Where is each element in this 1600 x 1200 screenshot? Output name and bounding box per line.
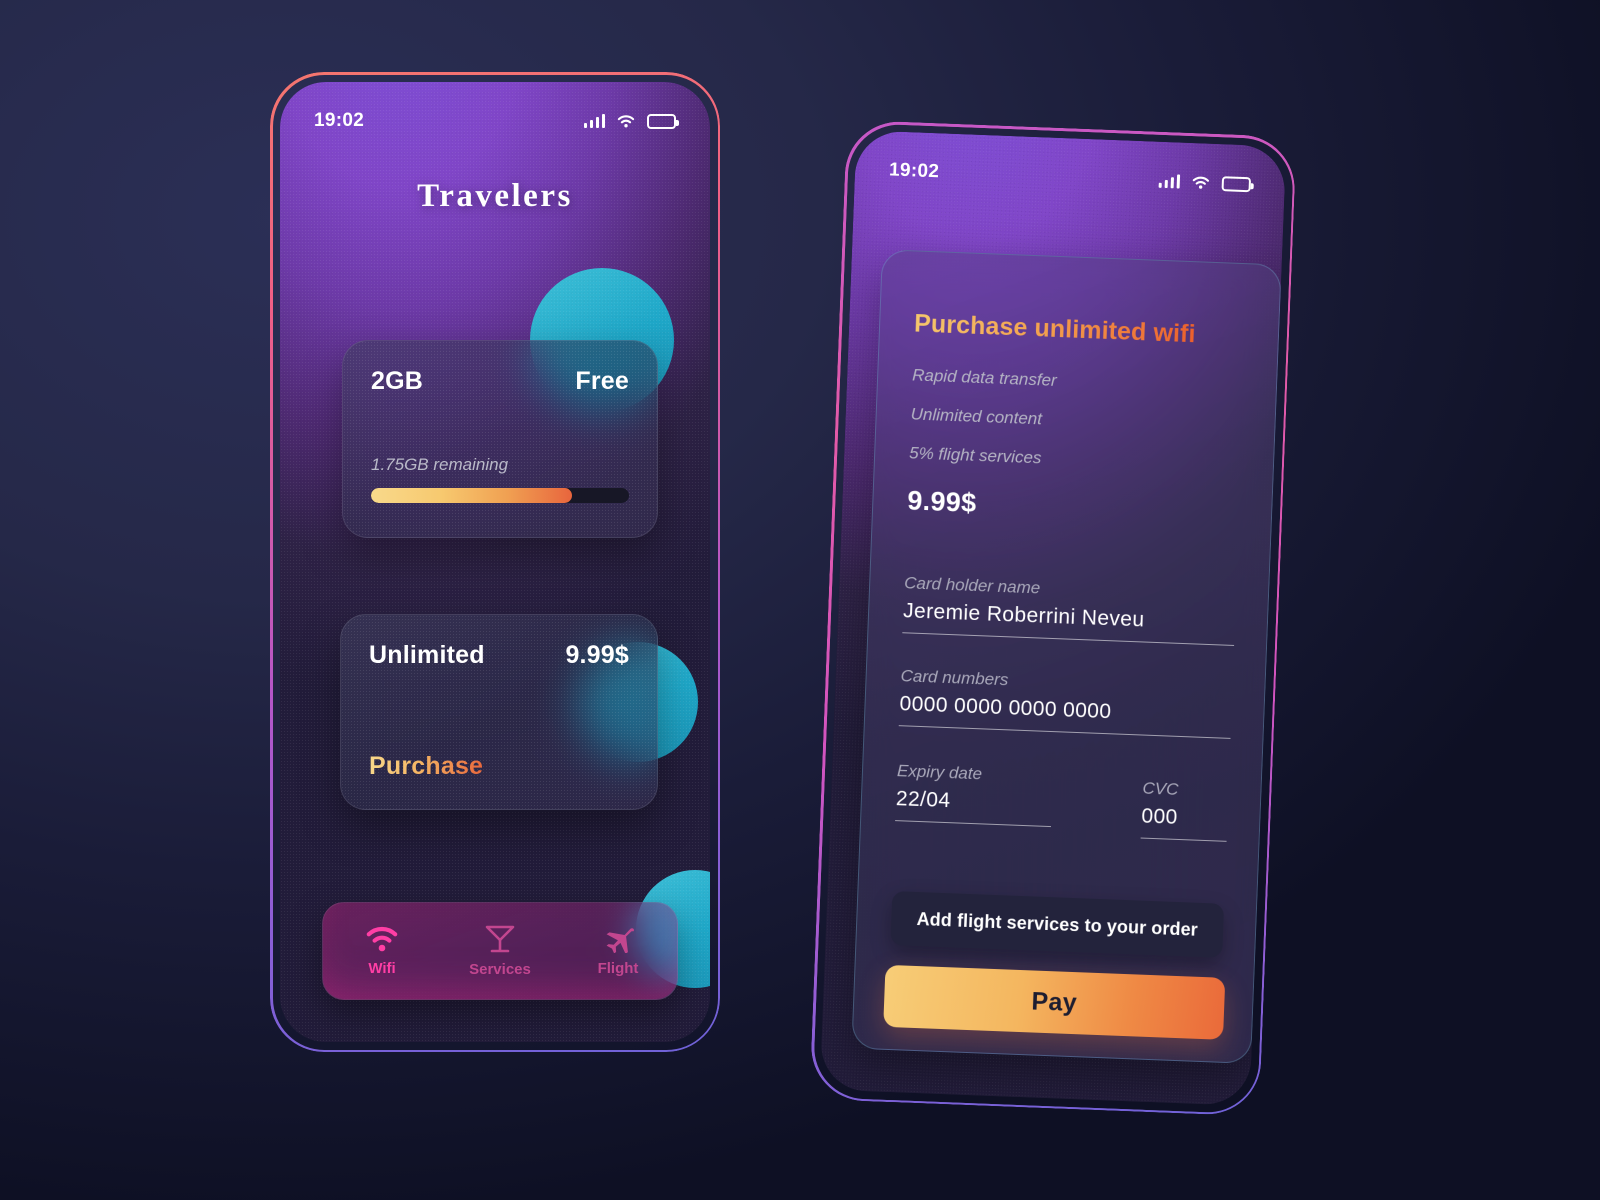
status-icons <box>1158 173 1252 192</box>
pay-button[interactable]: Pay <box>883 964 1226 1040</box>
plan-card-free[interactable]: 2GB Free 1.75GB remaining <box>342 340 658 538</box>
tab-label: Flight <box>597 960 639 977</box>
data-progress-bar <box>371 488 629 503</box>
card-numbers-field[interactable]: Card numbers 0000 0000 0000 0000 <box>898 666 1233 739</box>
wifi-icon <box>1192 176 1210 189</box>
status-clock: 19:02 <box>888 159 940 183</box>
plan-name: Unlimited <box>369 641 485 669</box>
bottom-tab-bar: Wifi Services Flight <box>322 902 678 1000</box>
status-icons <box>583 113 679 129</box>
airplane-icon <box>606 928 634 953</box>
status-clock: 19:02 <box>314 110 365 131</box>
feature-item-1: Rapid data transfer <box>911 365 1058 390</box>
purchase-button[interactable]: Purchase <box>369 752 483 781</box>
phone-left: 19:02 Travelers 2GB Free 1.75GB remainin… <box>270 72 720 1052</box>
battery-icon <box>647 113 679 129</box>
panel-title: Purchase unlimited wifi <box>913 309 1197 349</box>
cvc-label: CVC <box>1142 778 1179 799</box>
plan-header-row: 2GB Free <box>371 367 629 396</box>
plan-header-row: Unlimited 9.99$ <box>369 641 629 670</box>
feature-item-3: 5% flight services <box>908 443 1042 468</box>
cvc-field[interactable]: CVC 000 <box>1140 778 1229 842</box>
phone-left-screen: 19:02 Travelers 2GB Free 1.75GB remainin… <box>280 82 710 1042</box>
plan-name: 2GB <box>371 367 424 395</box>
card-holder-value[interactable]: Jeremie Roberrini Neveu <box>902 599 1236 646</box>
battery-icon <box>1221 175 1252 192</box>
data-progress-fill <box>371 488 573 503</box>
plan-price: 9.99$ <box>565 641 629 669</box>
signal-bars-icon <box>1158 174 1181 189</box>
expiry-date-value[interactable]: 22/04 <box>895 787 1053 828</box>
feature-item-2: Unlimited content <box>910 404 1043 429</box>
plan-card-unlimited[interactable]: Unlimited 9.99$ Purchase <box>340 614 658 810</box>
tab-flight[interactable]: Flight <box>559 925 677 977</box>
page-title: Travelers <box>417 178 573 214</box>
tab-label: Services <box>469 961 531 978</box>
add-flight-services-button[interactable]: Add flight services to your order <box>890 891 1225 958</box>
card-numbers-value[interactable]: 0000 0000 0000 0000 <box>898 692 1232 739</box>
phone-right-screen: 19:02 Purchase unlimited wifi Rapid data… <box>819 130 1287 1106</box>
plan-price: Free <box>575 367 629 395</box>
signal-bars-icon <box>583 114 605 128</box>
tab-wifi[interactable]: Wifi <box>323 925 441 977</box>
purchase-panel: Purchase unlimited wifi Rapid data trans… <box>851 249 1282 1064</box>
cocktail-glass-icon <box>485 925 515 953</box>
tab-services[interactable]: Services <box>441 924 559 978</box>
cvc-value[interactable]: 000 <box>1140 804 1228 842</box>
tab-label: Wifi <box>368 960 396 977</box>
wifi-icon <box>366 926 398 952</box>
panel-price: 9.99$ <box>906 485 978 518</box>
data-remaining-label: 1.75GB remaining <box>371 455 509 474</box>
expiry-date-field[interactable]: Expiry date 22/04 <box>895 761 1053 828</box>
status-bar: 19:02 <box>280 108 710 134</box>
expiry-date-label: Expiry date <box>896 761 983 784</box>
wifi-icon <box>617 114 635 127</box>
card-holder-field[interactable]: Card holder name Jeremie Roberrini Neveu <box>902 573 1236 646</box>
phone-right: 19:02 Purchase unlimited wifi Rapid data… <box>809 120 1296 1117</box>
